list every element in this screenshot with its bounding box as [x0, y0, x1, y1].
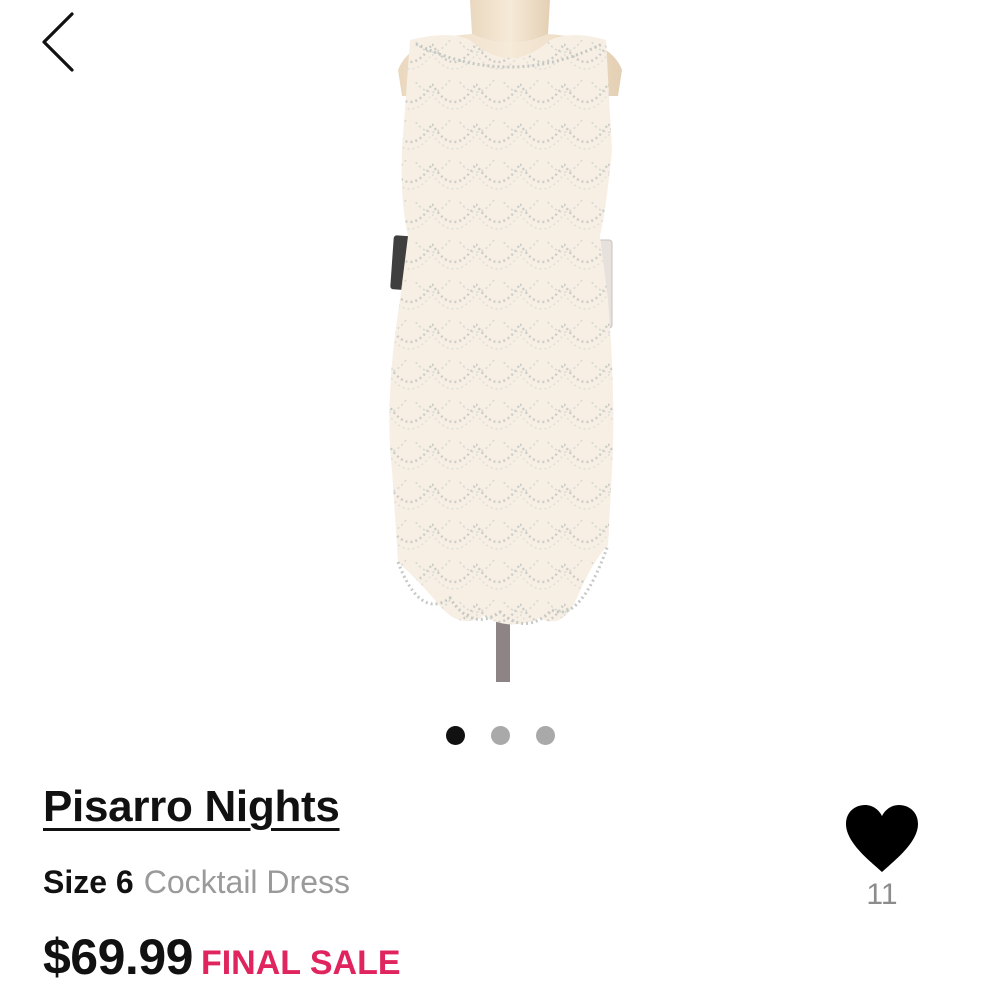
- chevron-left-icon: [42, 12, 74, 72]
- price: $69.99: [43, 929, 193, 985]
- category-label: Cocktail Dress: [143, 864, 350, 900]
- size-label: Size 6: [43, 864, 134, 900]
- image-carousel-dots: [0, 726, 1000, 745]
- product-detail-page: Pisarro Nights Size 6 Cocktail Dress $69.…: [0, 0, 1000, 1000]
- carousel-dot-2[interactable]: [490, 726, 510, 745]
- carousel-dot-1[interactable]: [445, 726, 465, 745]
- favorite-count: 11: [866, 878, 898, 911]
- brand-link[interactable]: Pisarro Nights: [43, 782, 340, 832]
- price-row: $69.99 FINAL SALE: [43, 928, 401, 986]
- size-category-row: Size 6 Cocktail Dress: [43, 864, 350, 901]
- back-button[interactable]: [36, 10, 86, 74]
- carousel-dot-3[interactable]: [535, 726, 555, 745]
- heart-icon: [846, 805, 918, 872]
- favorite-button[interactable]: [844, 804, 920, 874]
- product-image[interactable]: [300, 0, 720, 700]
- final-sale-badge: FINAL SALE: [200, 944, 401, 982]
